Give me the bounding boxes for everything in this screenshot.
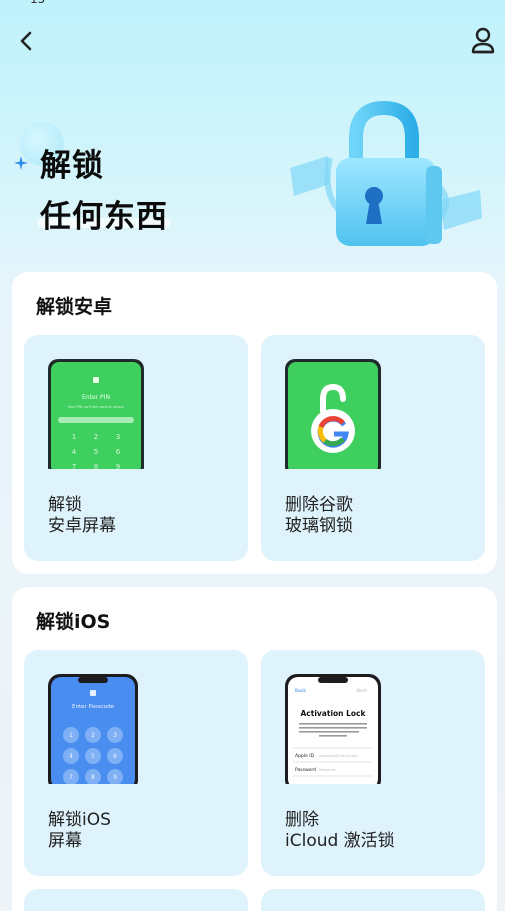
ios-passcode-screen-illustration: Enter Passcode 1 2 3 4 5 6 7 8 9 xyxy=(48,674,138,784)
ios-back-label: Back xyxy=(295,688,306,694)
svg-text:2: 2 xyxy=(94,433,98,441)
chevron-left-icon xyxy=(20,31,32,51)
svg-text:1: 1 xyxy=(72,433,76,441)
tile-label: 解锁 安卓屏幕 xyxy=(48,495,116,536)
tile-partial[interactable] xyxy=(261,889,485,911)
svg-text:7: 7 xyxy=(69,774,73,781)
tile-unlock-ios-screen[interactable]: Enter Passcode 1 2 3 4 5 6 7 8 9 解锁iOS 屏幕 xyxy=(24,650,248,876)
tile-remove-icloud-lock[interactable]: Back Next Activation Lock Apple ID examp… xyxy=(261,650,485,876)
back-button[interactable] xyxy=(14,28,40,54)
svg-text:1: 1 xyxy=(69,732,73,739)
android-screen-sub: Your PIN can't be used to unlock xyxy=(68,405,125,409)
svg-text:7: 7 xyxy=(72,463,76,469)
android-screen-title: Enter PIN xyxy=(82,394,110,401)
ios-field-password-placeholder: Required xyxy=(319,768,335,772)
svg-text:8: 8 xyxy=(94,463,98,469)
ios-field-appleid-placeholder: example@icloud.com xyxy=(319,754,358,758)
android-google-lock-illustration xyxy=(285,359,381,469)
section-title: 解锁iOS xyxy=(36,611,111,633)
svg-text:6: 6 xyxy=(116,448,121,456)
section-title: 解锁安卓 xyxy=(36,296,113,318)
ios-screen-title: Enter Passcode xyxy=(72,704,115,710)
account-button[interactable] xyxy=(468,26,498,56)
android-pin-screen-illustration: Enter PIN Your PIN can't be used to unlo… xyxy=(48,359,144,469)
svg-text:5: 5 xyxy=(91,753,95,760)
tile-label: 删除谷歌 玻璃钢锁 xyxy=(285,495,353,536)
ios-next-label: Next xyxy=(357,688,368,694)
svg-text:6: 6 xyxy=(113,753,117,760)
svg-text:4: 4 xyxy=(69,753,73,760)
svg-text:9: 9 xyxy=(113,774,117,781)
svg-text:4: 4 xyxy=(72,448,77,456)
section-ios: 解锁iOS Enter Passcode 1 2 3 4 5 6 7 8 9 解锁iOS 屏… xyxy=(12,587,497,911)
user-icon xyxy=(471,27,495,54)
section-android: 解锁安卓 Enter PIN Your PIN can't be used to… xyxy=(12,272,497,574)
tile-label: 解锁iOS 屏幕 xyxy=(48,810,111,851)
ios-activation-title: Activation Lock xyxy=(301,709,367,718)
svg-text:5: 5 xyxy=(94,448,98,456)
hero-title-line2: 任何东西 xyxy=(40,199,168,235)
svg-text:8: 8 xyxy=(91,774,95,781)
svg-text:3: 3 xyxy=(113,732,117,739)
status-time: 15 xyxy=(30,0,45,6)
svg-text:2: 2 xyxy=(91,732,95,739)
padlock-illustration xyxy=(290,100,482,246)
tile-remove-google-lock[interactable]: 删除谷歌 玻璃钢锁 xyxy=(261,335,485,561)
svg-text:9: 9 xyxy=(116,463,120,469)
svg-text:3: 3 xyxy=(116,433,120,441)
sparkle-icon xyxy=(14,156,28,170)
top-bar: 15 xyxy=(0,0,505,80)
ios-activation-lock-illustration: Back Next Activation Lock Apple ID examp… xyxy=(285,674,381,784)
tile-label: 删除 iCloud 激活锁 xyxy=(285,810,395,851)
tile-unlock-android-screen[interactable]: Enter PIN Your PIN can't be used to unlo… xyxy=(24,335,248,561)
ios-field-appleid: Apple ID xyxy=(295,753,315,759)
tile-partial[interactable] xyxy=(24,889,248,911)
ios-field-password: Password xyxy=(295,767,316,773)
hero-title-line1: 解锁 xyxy=(40,148,104,184)
